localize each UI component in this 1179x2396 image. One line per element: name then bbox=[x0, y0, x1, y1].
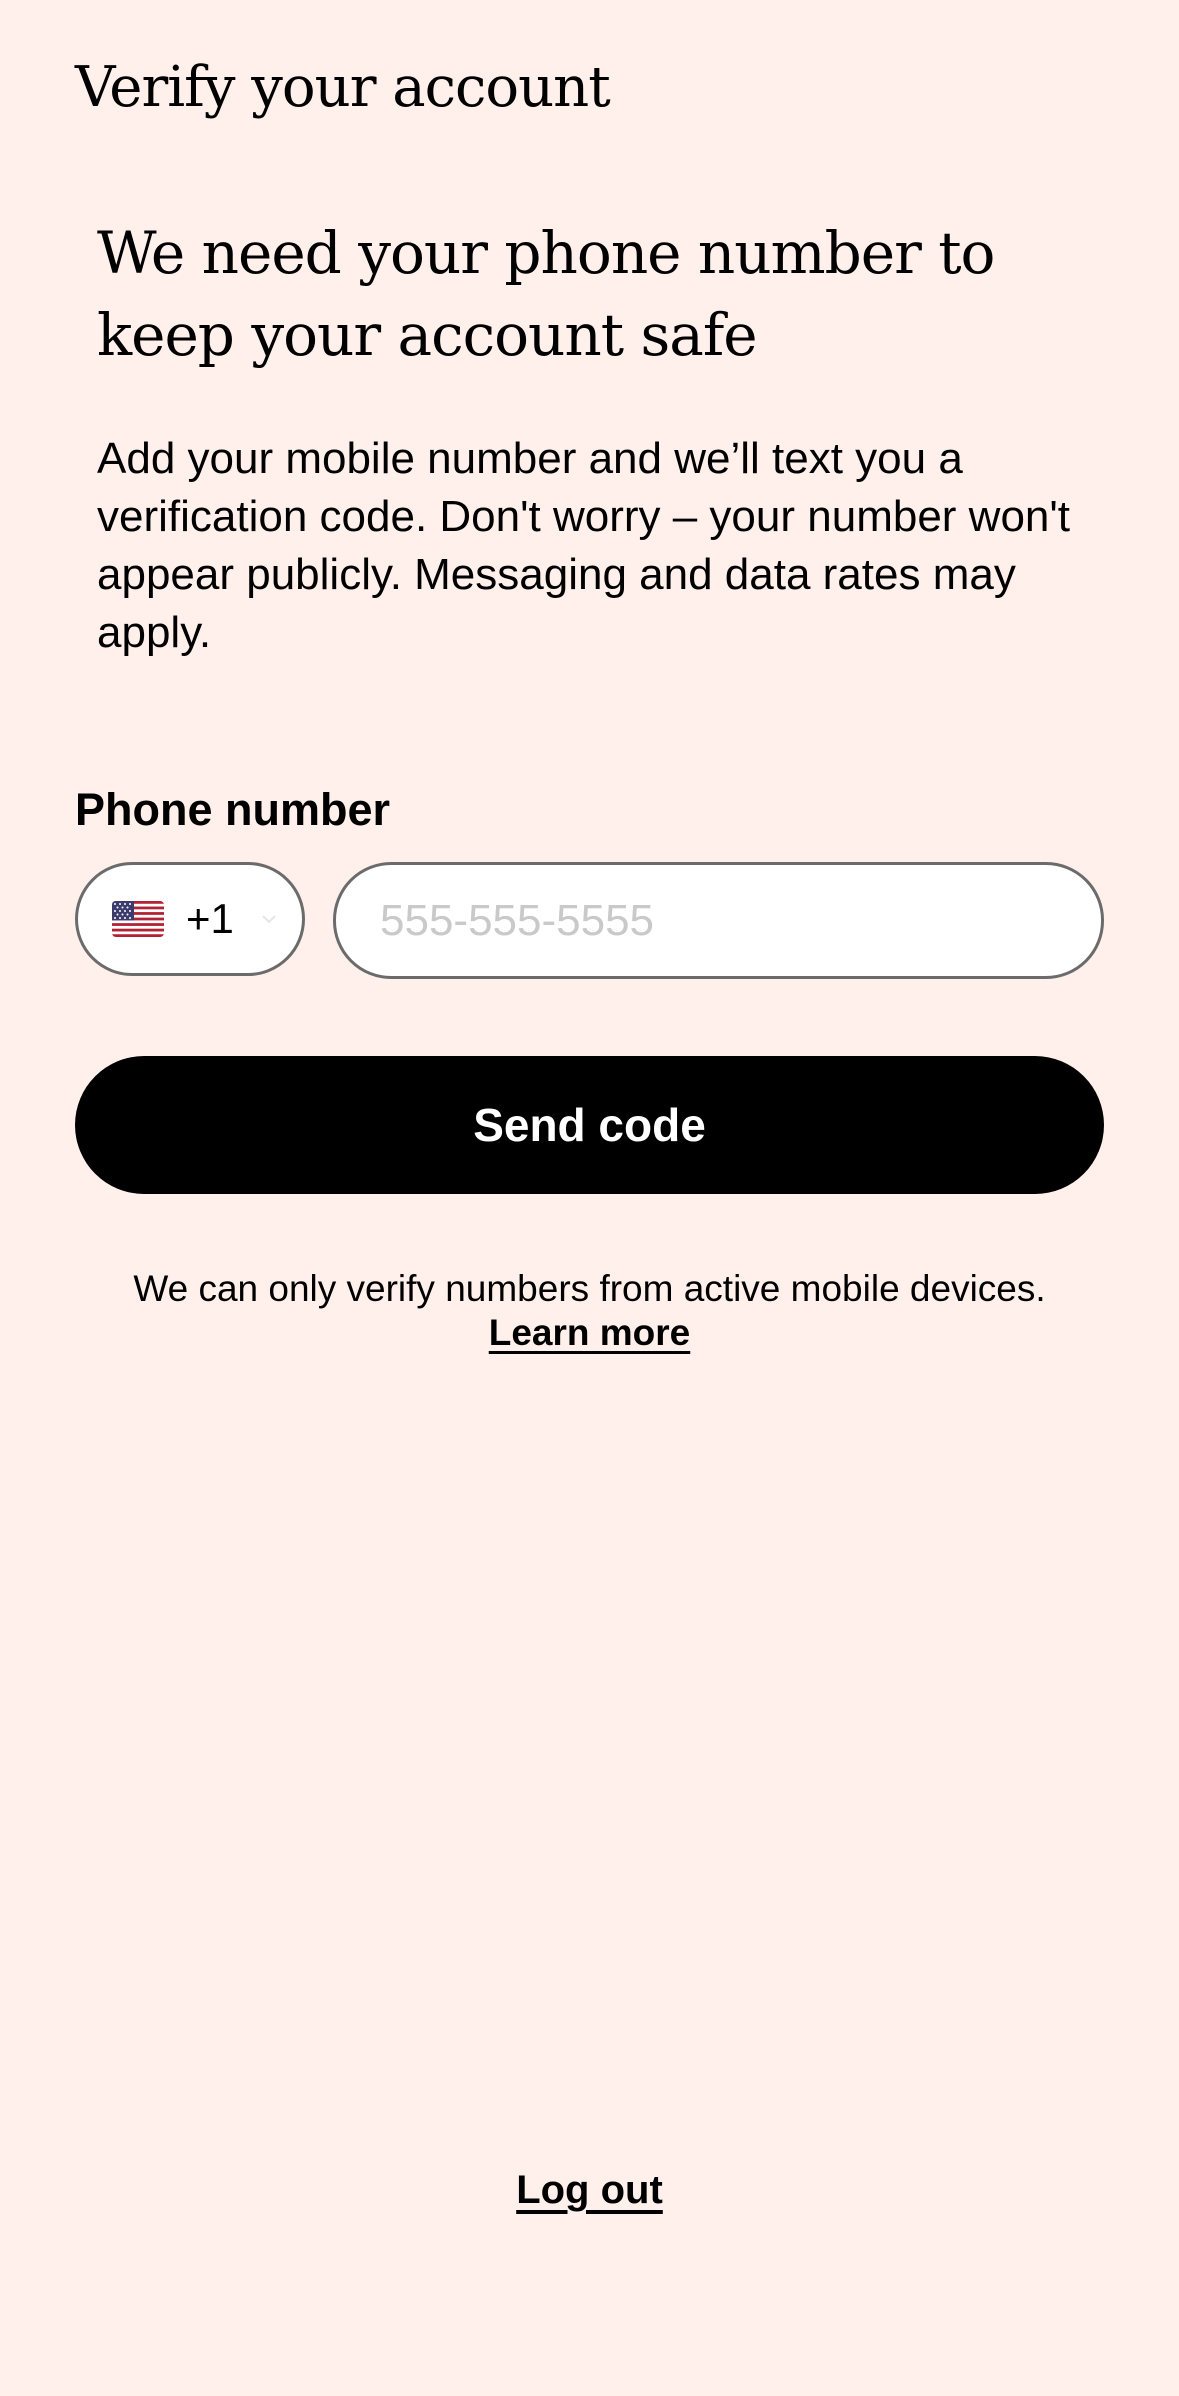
chevron-down-icon bbox=[262, 915, 276, 923]
send-code-button[interactable]: Send code bbox=[75, 1056, 1104, 1194]
phone-number-label: Phone number bbox=[75, 784, 391, 835]
headline: We need your phone number to keep your a… bbox=[97, 219, 995, 369]
learn-more-link[interactable]: Learn more bbox=[489, 1312, 691, 1354]
phone-number-input[interactable] bbox=[333, 862, 1104, 979]
page-title: Verify your account bbox=[75, 55, 611, 120]
info-text: We can only verify numbers from active m… bbox=[133, 1268, 1046, 1309]
info-block: We can only verify numbers from active m… bbox=[0, 1266, 1179, 1354]
country-dial-code: +1 bbox=[186, 895, 234, 942]
us-flag-icon bbox=[112, 901, 164, 937]
log-out-link[interactable]: Log out bbox=[0, 2162, 1179, 2218]
description-text: Add your mobile number and we’ll text yo… bbox=[97, 434, 1071, 657]
country-code-select[interactable]: +1 bbox=[75, 862, 305, 976]
